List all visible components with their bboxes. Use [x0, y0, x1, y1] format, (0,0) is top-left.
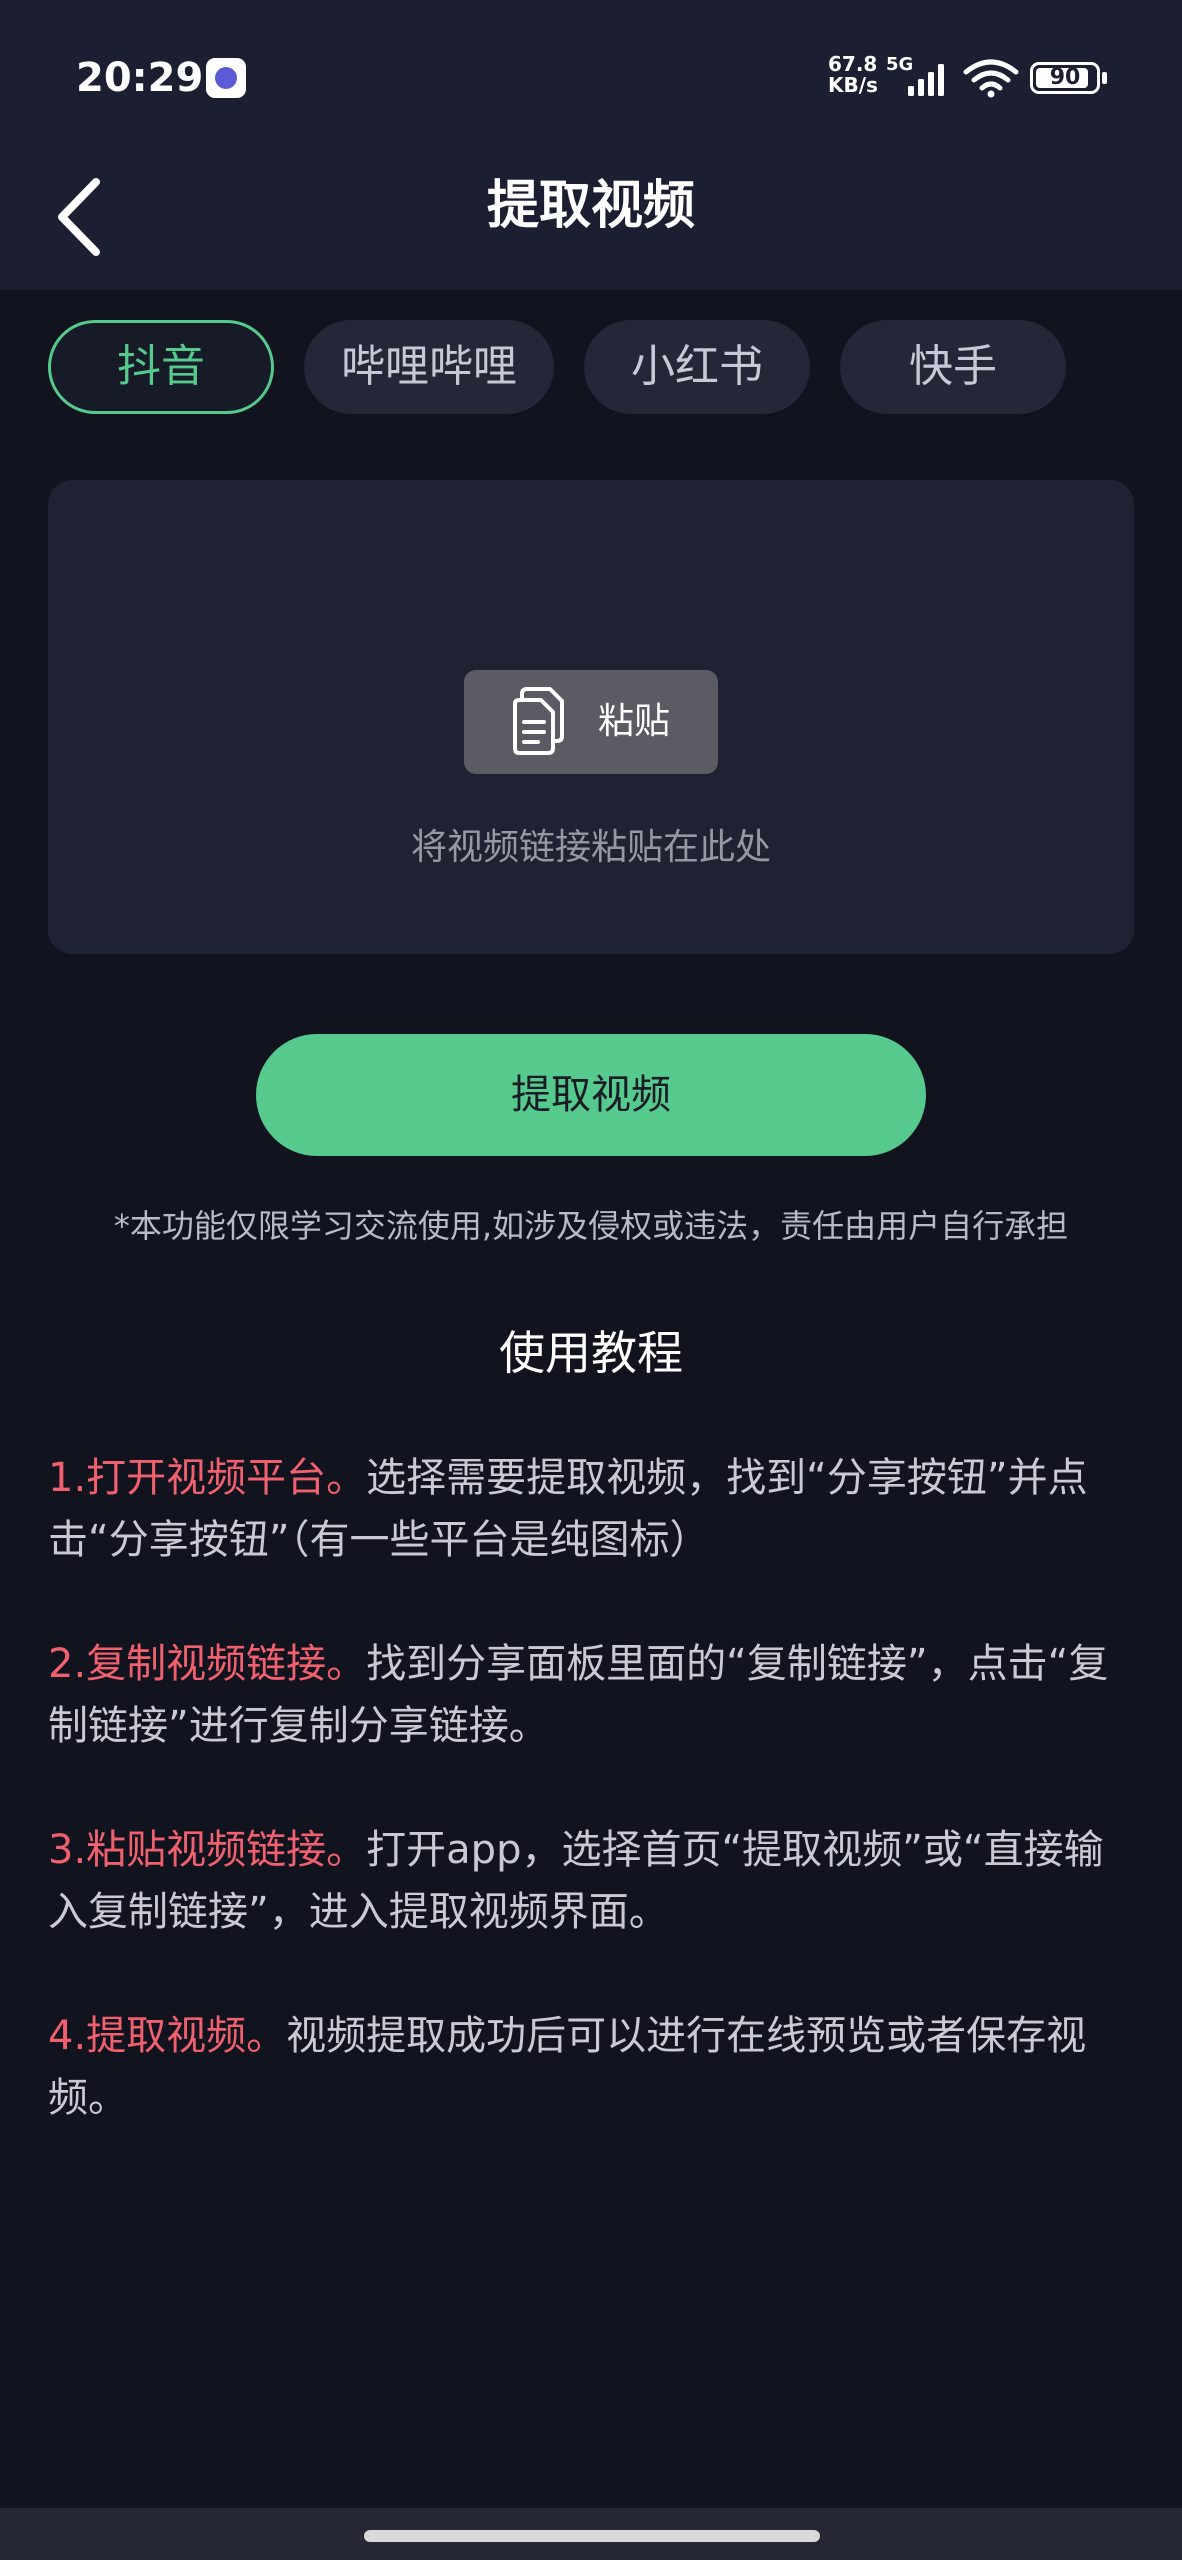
step-number: 3. — [48, 1827, 87, 1873]
step-highlight: 粘贴视频链接。 — [86, 1827, 367, 1873]
battery-level: 90 — [1049, 65, 1081, 90]
extract-video-button[interactable]: 提取视频 — [256, 1034, 926, 1156]
status-time: 20:29 — [76, 55, 204, 101]
step-number: 1. — [48, 1455, 87, 1501]
app-notification-icon — [206, 58, 246, 98]
wifi-icon — [963, 59, 1019, 98]
battery-indicator: 90 — [1030, 62, 1100, 94]
step-number: 4. — [48, 2013, 87, 2059]
step-highlight: 提取视频。 — [86, 2013, 287, 2059]
disclaimer-text: *本功能仅限学习交流使用,如涉及侵权或违法，责任由用户自行承担 — [113, 1207, 1069, 1245]
tutorial-title: 使用教程 — [499, 1326, 683, 1380]
tutorial-step: 2.复制视频链接。找到分享面板里面的“复制链接”，点击“复制链接”进行复制分享链… — [48, 1633, 1138, 1757]
battery-cap — [1102, 72, 1107, 84]
step-highlight: 打开视频平台。 — [86, 1455, 367, 1501]
network-speed: 67.8 KB/s — [828, 54, 878, 96]
tab-douyin[interactable]: 抖音 — [48, 320, 274, 414]
clipboard-icon — [513, 687, 564, 755]
step-highlight: 复制视频链接。 — [86, 1641, 367, 1687]
network-speed-unit: KB/s — [828, 73, 878, 97]
page-title: 提取视频 — [486, 176, 695, 236]
navigation-bar: 提取视频 — [0, 150, 1182, 290]
tab-kuaishou[interactable]: 快手 — [840, 320, 1066, 414]
tab-xiaohongshu[interactable]: 小红书 — [584, 320, 810, 414]
network-speed-value: 67.8 — [828, 52, 878, 76]
signal-bars-icon — [908, 64, 944, 96]
paste-hint: 将视频链接粘贴在此处 — [410, 827, 771, 868]
status-bar: 20:29 67.8 KB/s 5G 90 — [0, 0, 1182, 150]
paste-area[interactable]: 粘贴 将视频链接粘贴在此处 — [48, 480, 1134, 954]
home-indicator[interactable] — [364, 2530, 820, 2542]
tutorial-step: 4.提取视频。视频提取成功后可以进行在线预览或者保存视频。 — [48, 2005, 1138, 2129]
tab-bilibili[interactable]: 哔哩哔哩 — [304, 320, 554, 414]
tutorial-step: 1.打开视频平台。选择需要提取视频，找到“分享按钮”并点击“分享按钮”（有一些平… — [48, 1447, 1138, 1571]
paste-button-label: 粘贴 — [598, 701, 671, 742]
step-number: 2. — [48, 1641, 87, 1687]
paste-button[interactable]: 粘贴 — [464, 670, 718, 774]
tutorial-step: 3.粘贴视频链接。打开app，选择首页“提取视频”或“直接输入复制链接”，进入提… — [48, 1819, 1138, 1943]
